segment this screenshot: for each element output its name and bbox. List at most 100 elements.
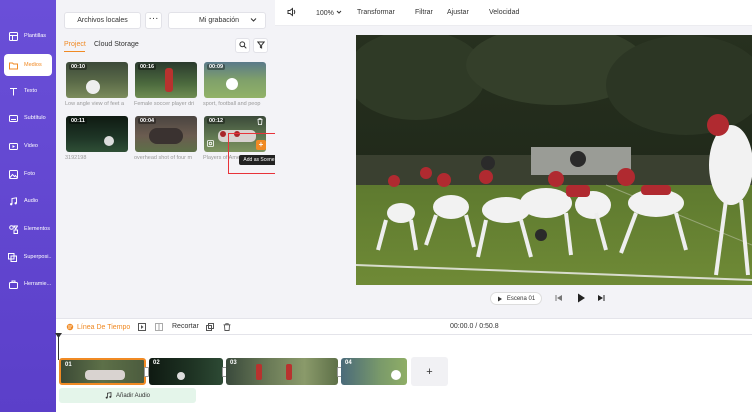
thumbnail-player bbox=[165, 68, 173, 92]
media-caption: overhead shot of four m bbox=[134, 155, 193, 161]
toolbox-icon bbox=[8, 279, 18, 289]
active-tab-underline bbox=[64, 51, 85, 52]
recording-dropdown[interactable]: Mi grabación bbox=[168, 12, 266, 29]
media-caption: Female soccer player dri bbox=[134, 101, 195, 107]
preview-icon[interactable] bbox=[207, 140, 214, 149]
timeline-toolbar: Línea De Tiempo Recortar 00:00.0 / 0:50.… bbox=[56, 318, 752, 335]
sidebar-item-foto[interactable]: Foto bbox=[4, 163, 52, 185]
clip-number: 02 bbox=[153, 360, 160, 366]
duplicate-icon[interactable] bbox=[206, 323, 214, 333]
timeline-clip[interactable]: 04 bbox=[341, 358, 407, 385]
media-item[interactable]: 00:16 bbox=[135, 62, 197, 98]
timeline-clip[interactable]: 01 bbox=[59, 358, 146, 385]
sidebar-item-texto[interactable]: Texto bbox=[4, 80, 52, 102]
filter-menu-button[interactable]: Filtrar bbox=[415, 9, 433, 16]
duration-label: 00:10 bbox=[69, 64, 88, 70]
video-frame-image bbox=[356, 35, 752, 285]
delete-icon[interactable] bbox=[223, 323, 231, 333]
duration-label: 00:09 bbox=[207, 64, 226, 70]
duration-label: 00:04 bbox=[138, 118, 157, 124]
local-files-button[interactable]: Archivos locales bbox=[64, 12, 141, 29]
thumbnail-ball bbox=[226, 78, 238, 90]
timeline-clip[interactable]: 02 bbox=[149, 358, 223, 385]
music-icon bbox=[8, 196, 18, 206]
template-icon bbox=[8, 31, 18, 41]
filter-icon bbox=[256, 41, 265, 51]
add-audio-button[interactable]: Añadir Audio bbox=[59, 388, 196, 403]
scene-label: Escena 01 bbox=[506, 295, 536, 302]
photo-icon bbox=[8, 169, 18, 179]
search-icon bbox=[238, 40, 247, 51]
filter-button[interactable] bbox=[253, 38, 268, 53]
timeline-clip[interactable]: 03 bbox=[226, 358, 338, 385]
zoom-value: 100% bbox=[316, 10, 334, 17]
clip-number: 04 bbox=[345, 360, 352, 366]
thumbnail-ball bbox=[86, 80, 100, 94]
top-toolbar: 100% Transformar Filtrar Ajustar Velocid… bbox=[275, 0, 752, 26]
sidebar-item-herramientas[interactable]: Herramie... bbox=[4, 273, 52, 295]
sidebar-item-subtitulo[interactable]: Subtítulo bbox=[4, 107, 52, 129]
add-audio-label: Añadir Audio bbox=[115, 392, 151, 399]
sidebar-item-superposiciones[interactable]: Superposi... bbox=[4, 246, 52, 268]
elements-icon bbox=[8, 224, 18, 234]
add-as-scene-button[interactable]: + bbox=[256, 140, 266, 150]
media-caption: 3192198 bbox=[65, 155, 87, 161]
volume-icon[interactable] bbox=[287, 7, 297, 19]
clip-thumb-ball bbox=[391, 370, 401, 380]
add-clip-button[interactable]: + bbox=[411, 357, 448, 386]
video-preview[interactable] bbox=[356, 35, 752, 285]
sidebar-item-video[interactable]: Video bbox=[4, 135, 52, 157]
more-options-button[interactable]: ··· bbox=[145, 12, 162, 29]
adjust-button[interactable]: Ajustar bbox=[447, 9, 469, 16]
timeline-icon bbox=[66, 323, 74, 331]
recording-label: Mi grabación bbox=[199, 17, 240, 24]
media-item[interactable]: 00:09 bbox=[204, 62, 266, 98]
tab-cloud-storage[interactable]: Cloud Storage bbox=[94, 41, 139, 48]
tooltip: Add as Scene bbox=[239, 155, 279, 165]
clip-number: 01 bbox=[65, 362, 72, 368]
music-icon bbox=[105, 392, 112, 399]
thumbnail-players bbox=[149, 128, 183, 144]
clip-thumb-ball bbox=[177, 372, 185, 380]
speed-button[interactable]: Velocidad bbox=[489, 9, 519, 16]
tab-project[interactable]: Project bbox=[64, 41, 86, 48]
trash-icon[interactable] bbox=[257, 118, 263, 127]
duration-label: 00:12 bbox=[207, 118, 226, 124]
time-display: 00:00.0 / 0:50.8 bbox=[450, 323, 499, 330]
play-range-icon[interactable] bbox=[138, 323, 146, 333]
tab-timeline[interactable]: Línea De Tiempo bbox=[66, 323, 130, 331]
subtitle-icon bbox=[8, 113, 18, 123]
sidebar-item-plantillas[interactable]: Plantillas bbox=[4, 25, 52, 47]
tab-timeline-label: Línea De Tiempo bbox=[77, 323, 131, 331]
chevron-down-icon bbox=[336, 10, 342, 14]
skip-back-icon[interactable] bbox=[555, 294, 563, 304]
clip-thumb-player bbox=[286, 364, 292, 380]
clip-thumb-player bbox=[256, 364, 262, 380]
sidebar-item-audio[interactable]: Audio bbox=[4, 190, 52, 212]
folder-icon bbox=[8, 60, 18, 70]
duration-label: 00:16 bbox=[138, 64, 157, 70]
split-icon[interactable] bbox=[155, 323, 163, 333]
media-item[interactable]: 00:04 bbox=[135, 116, 197, 152]
media-item[interactable]: 00:11 bbox=[66, 116, 128, 152]
play-icon bbox=[497, 296, 502, 301]
chevron-down-icon bbox=[250, 16, 257, 25]
duration-label: 00:11 bbox=[69, 118, 87, 124]
media-caption: Low angle view of feet a bbox=[65, 101, 125, 107]
transform-button[interactable]: Transformar bbox=[357, 9, 395, 16]
search-button[interactable] bbox=[235, 38, 250, 53]
thumbnail-helmet bbox=[220, 131, 226, 137]
zoom-dropdown[interactable]: 100% bbox=[316, 9, 342, 17]
trim-button[interactable]: Recortar bbox=[172, 323, 199, 330]
scene-selector[interactable]: Escena 01 bbox=[490, 292, 542, 305]
playhead-line bbox=[58, 335, 59, 360]
sidebar-item-medios[interactable]: Medios bbox=[4, 54, 52, 76]
overlay-icon bbox=[8, 252, 18, 262]
play-button[interactable] bbox=[576, 293, 586, 305]
media-item[interactable]: 00:10 bbox=[66, 62, 128, 98]
clip-thumb-players bbox=[85, 370, 125, 380]
sidebar-item-elementos[interactable]: Elementos bbox=[4, 218, 52, 240]
clip-number: 03 bbox=[230, 360, 237, 366]
thumbnail-ball bbox=[104, 136, 114, 146]
skip-forward-icon[interactable] bbox=[597, 294, 605, 304]
